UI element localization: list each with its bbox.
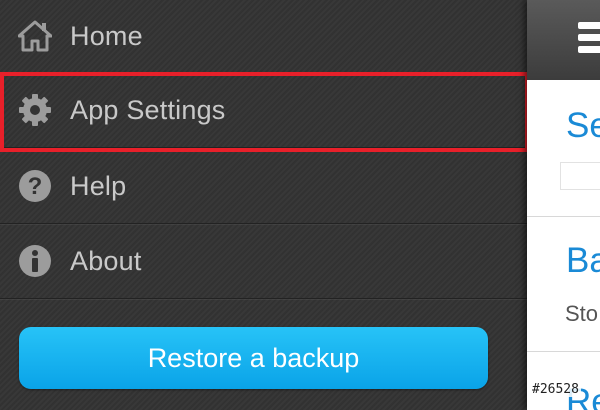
screen: Home App Settings ? Help About Restore a… xyxy=(0,0,600,410)
home-icon xyxy=(17,18,53,54)
menu-item-home[interactable]: Home xyxy=(0,0,527,73)
section-subtitle: Sto xyxy=(565,301,599,326)
restore-backup-button[interactable]: Restore a backup xyxy=(19,327,488,389)
section-title: Se xyxy=(566,106,600,145)
info-icon xyxy=(17,243,53,279)
question-icon: ? xyxy=(17,168,53,204)
panel-section[interactable]: Ba Sto xyxy=(527,217,600,352)
selection-highlight xyxy=(0,72,529,152)
panel-header xyxy=(527,0,600,80)
menu-item-label: Help xyxy=(70,170,127,201)
hamburger-menu-icon[interactable] xyxy=(578,22,600,58)
section-title: Ba xyxy=(566,241,600,280)
menu-item-about[interactable]: About xyxy=(0,224,527,299)
menu-item-help[interactable]: ? Help xyxy=(0,149,527,224)
svg-text:?: ? xyxy=(28,173,43,200)
watermark: #26528 xyxy=(530,382,581,397)
panel-section[interactable]: Se xyxy=(527,80,600,217)
panel-section[interactable]: Re xyxy=(527,352,600,410)
content-panel: Se Ba Sto Re xyxy=(527,0,600,410)
section-field[interactable] xyxy=(560,162,600,190)
navigation-drawer: Home App Settings ? Help About Restore a… xyxy=(0,0,529,410)
menu-item-label: Home xyxy=(70,20,143,51)
menu-item-label: About xyxy=(70,245,142,276)
